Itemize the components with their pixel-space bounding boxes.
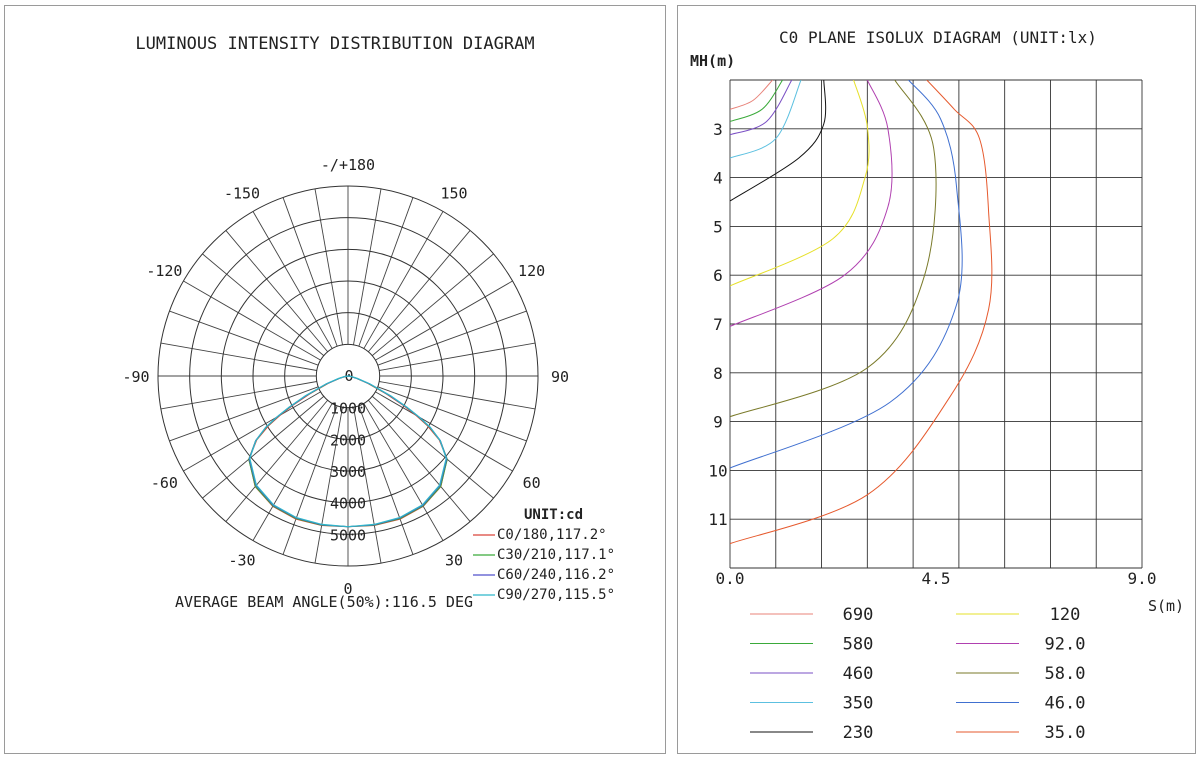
polar-angle-label: 60 xyxy=(523,474,541,492)
polar-radial-label: 5000 xyxy=(330,526,366,544)
isolux-title: C0 PLANE ISOLUX DIAGRAM (UNIT:lx) xyxy=(779,28,1097,47)
polar-angle-label: 150 xyxy=(440,184,467,202)
isolux-y-tick: 7 xyxy=(713,315,723,334)
polar-angle-label: -/+180 xyxy=(321,156,375,174)
isolux-y-tick: 9 xyxy=(713,413,723,432)
polar-spoke xyxy=(169,310,319,366)
isolux-series-line xyxy=(730,80,793,136)
isolux-curves xyxy=(730,80,993,545)
isolux-series-line xyxy=(730,80,802,159)
luminous-intensity-panel: LUMINOUS INTENSITY DISTRIBUTION DIAGRAM -… xyxy=(4,5,666,754)
isolux-series-line xyxy=(730,80,993,545)
isolux-legend-label: 46.0 xyxy=(1045,694,1086,714)
isolux-legend-label: 35.0 xyxy=(1045,723,1086,743)
polar-legend-label: C60/240,116.2° xyxy=(497,567,615,583)
isolux-y-tick: 8 xyxy=(713,364,723,383)
polar-footer: AVERAGE BEAM ANGLE(50%):116.5 DEG xyxy=(175,593,473,611)
isolux-series-line xyxy=(730,80,937,418)
polar-spoke xyxy=(368,230,471,353)
isolux-legend-label: 350 xyxy=(843,694,874,714)
isolux-y-tick: 10 xyxy=(708,461,727,480)
polar-angle-label: -150 xyxy=(224,184,260,202)
polar-legend-label: C30/210,117.1° xyxy=(497,547,615,563)
polar-radial-label: 1000 xyxy=(330,400,366,418)
isolux-y-tick: 4 xyxy=(713,169,723,188)
isolux-series-line xyxy=(730,80,870,287)
isolux-legend-label: 580 xyxy=(843,635,874,655)
polar-spoke xyxy=(169,386,319,442)
polar-angle-label: -60 xyxy=(151,474,178,492)
polar-spoke xyxy=(371,253,494,356)
polar-spoke xyxy=(202,253,325,356)
polar-angle-label: -90 xyxy=(122,368,149,386)
isolux-x-tick: 4.5 xyxy=(922,569,951,588)
polar-spoke xyxy=(314,188,343,345)
isolux-y-tick: 3 xyxy=(713,120,723,139)
polar-legend-label: C90/270,115.5° xyxy=(497,587,615,603)
polar-spoke xyxy=(353,188,382,345)
polar-spoke xyxy=(282,197,338,347)
isolux-x-tick: 0.0 xyxy=(716,569,745,588)
isolux-legend-label: 460 xyxy=(843,664,874,684)
polar-title: LUMINOUS INTENSITY DISTRIBUTION DIAGRAM xyxy=(135,34,534,54)
polar-angle-label: 30 xyxy=(445,552,463,570)
isolux-legend-label: 230 xyxy=(843,723,874,743)
polar-angle-label: 120 xyxy=(518,262,545,280)
isolux-series-line xyxy=(730,80,827,202)
polar-spoke xyxy=(371,396,494,499)
isolux-x-tick: 9.0 xyxy=(1128,569,1157,588)
polar-angle-label: -30 xyxy=(228,552,255,570)
isolux-panel: C0 PLANE ISOLUX DIAGRAM (UNIT:lx) MH(m) 3 4… xyxy=(677,5,1196,754)
polar-angle-label: -120 xyxy=(146,262,182,280)
isolux-ylabel: MH(m) xyxy=(690,52,735,70)
isolux-grid xyxy=(729,79,1143,569)
polar-radial-label: 3000 xyxy=(330,463,366,481)
polar-chart: LUMINOUS INTENSITY DISTRIBUTION DIAGRAM -… xyxy=(122,34,615,611)
polar-spoke xyxy=(202,396,325,499)
polar-radial-label: 2000 xyxy=(330,431,366,449)
polar-unit-label: UNIT:cd xyxy=(524,507,583,523)
isolux-series-line xyxy=(730,80,784,122)
isolux-legend-label: 58.0 xyxy=(1045,664,1086,684)
polar-spoke xyxy=(225,230,328,353)
polar-angle-label: 90 xyxy=(551,368,569,386)
polar-spoke xyxy=(377,310,527,366)
isolux-legend-label: 120 xyxy=(1050,605,1081,625)
polar-spoke xyxy=(377,386,527,442)
polar-spoke xyxy=(358,197,414,347)
polar-legend-label: C0/180,117.2° xyxy=(497,527,607,543)
isolux-legend-label: 92.0 xyxy=(1045,635,1086,655)
polar-spoke xyxy=(160,342,317,371)
polar-spoke xyxy=(379,342,536,371)
isolux-y-tick: 5 xyxy=(713,217,723,236)
polar-radial-label: 4000 xyxy=(330,495,366,513)
isolux-y-tick: 6 xyxy=(713,266,723,285)
polar-spoke xyxy=(358,405,414,555)
isolux-xlabel: S(m) xyxy=(1148,597,1184,615)
isolux-y-tick: 11 xyxy=(708,510,727,529)
isolux-legend-label: 690 xyxy=(843,605,874,625)
isolux-chart: C0 PLANE ISOLUX DIAGRAM (UNIT:lx) MH(m) 3 4… xyxy=(690,28,1184,743)
